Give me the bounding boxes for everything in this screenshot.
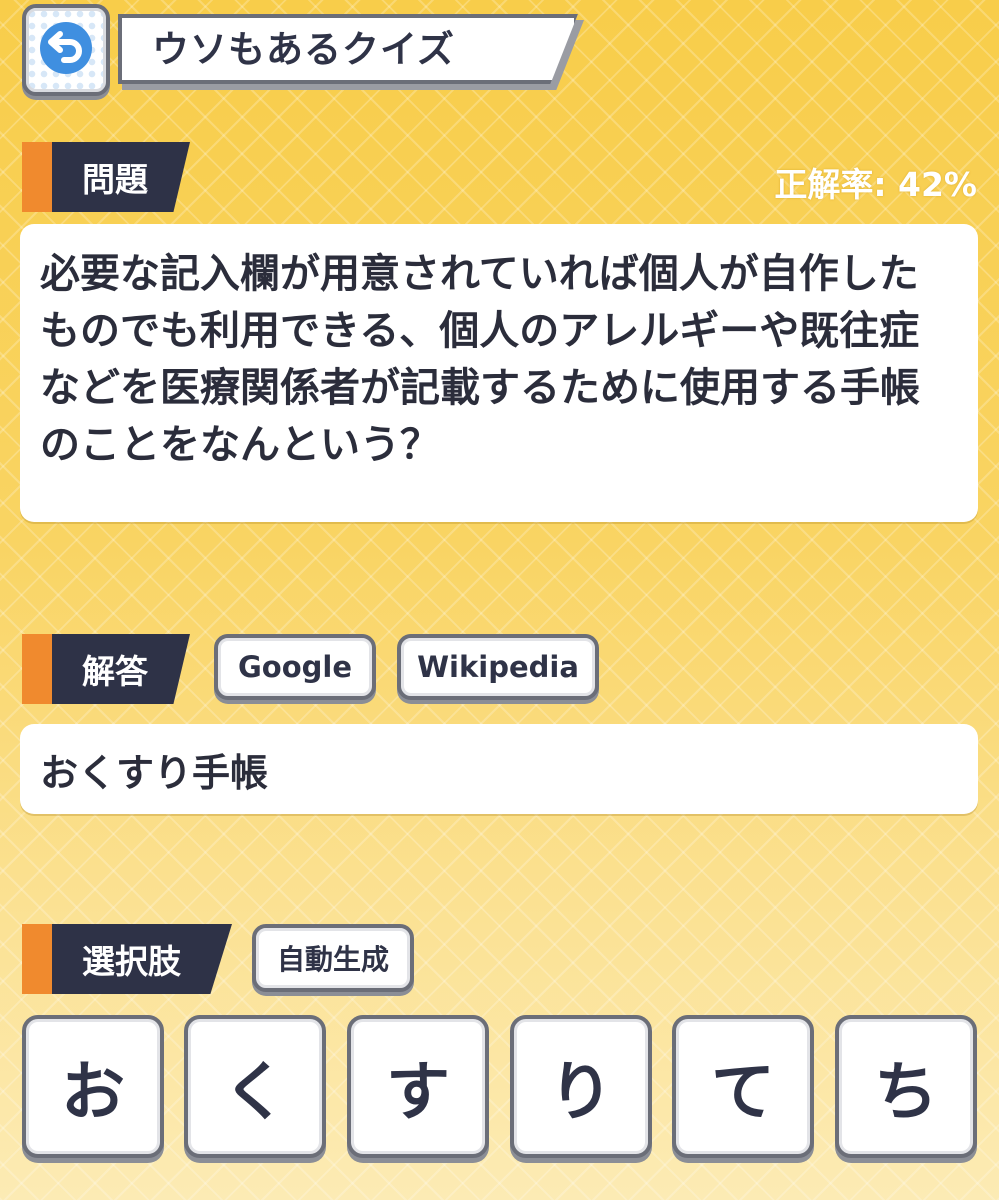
- question-text: 必要な記入欄が用意されていれば個人が自作したものでも利用できる、個人のアレルギー…: [40, 251, 920, 468]
- choice-button[interactable]: お: [22, 1015, 164, 1158]
- answer-label-accent: [22, 634, 52, 704]
- question-panel: 必要な記入欄が用意されていれば個人が自作したものでも利用できる、個人のアレルギー…: [20, 224, 978, 522]
- choice-button[interactable]: す: [347, 1015, 489, 1158]
- back-arrow-icon: [38, 20, 94, 80]
- question-label-accent: [22, 142, 52, 212]
- choices-label-accent: [22, 924, 52, 994]
- choice-button[interactable]: ち: [835, 1015, 977, 1158]
- answer-label: 解答: [52, 634, 190, 704]
- auto-generate-button[interactable]: 自動生成: [252, 924, 414, 992]
- question-label: 問題: [52, 142, 190, 212]
- page-title: ウソもあるクイズ: [152, 28, 455, 71]
- choice-button[interactable]: り: [510, 1015, 652, 1158]
- answer-text: おくすり手帳: [40, 750, 269, 795]
- choices-label: 選択肢: [52, 924, 232, 994]
- choice-button[interactable]: て: [672, 1015, 814, 1158]
- choice-button[interactable]: く: [184, 1015, 326, 1158]
- google-search-button[interactable]: Google: [214, 634, 376, 700]
- accuracy-rate: 正解率: 42%: [774, 165, 977, 204]
- back-button[interactable]: [22, 4, 110, 96]
- wikipedia-search-button[interactable]: Wikipedia: [397, 634, 599, 700]
- answer-panel: おくすり手帳: [20, 724, 978, 814]
